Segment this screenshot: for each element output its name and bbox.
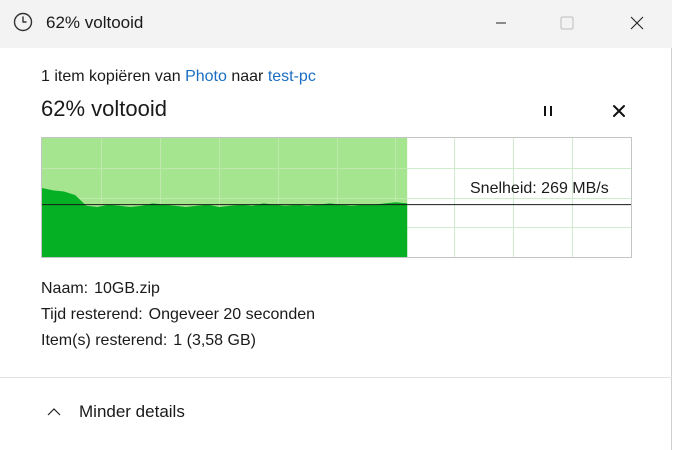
- source-link[interactable]: Photo: [185, 68, 227, 85]
- window-title: 62% voltooid: [46, 13, 144, 32]
- close-icon: [630, 16, 644, 30]
- detail-items-label: Item(s) resterend:: [41, 332, 168, 349]
- maximize-button: [544, 0, 590, 46]
- detail-items-value: 1 (3,58 GB): [173, 332, 256, 349]
- destination-link[interactable]: test-pc: [268, 68, 316, 85]
- detail-name-label: Naam:: [41, 280, 89, 297]
- pause-button[interactable]: [536, 100, 560, 122]
- progress-heading: 62% voltooid: [41, 96, 167, 121]
- minimize-button[interactable]: [478, 0, 524, 46]
- close-button[interactable]: [614, 0, 660, 46]
- copy-path-description: 1 item kopiëren van Photo naar test-pc: [41, 68, 316, 86]
- pause-icon: [544, 106, 552, 116]
- copy-middle: naar: [226, 68, 268, 85]
- less-details-button[interactable]: Minder details: [46, 400, 185, 424]
- detail-time-label: Tijd resterend:: [41, 306, 143, 323]
- detail-name-row: Naam: 10GB.zip: [41, 280, 160, 298]
- cancel-icon: [613, 105, 625, 117]
- copy-prefix: 1 item kopiëren van: [41, 68, 186, 85]
- less-details-label: Minder details: [79, 402, 185, 421]
- title-bar[interactable]: 62% voltooid: [0, 0, 672, 48]
- detail-name-value: 10GB.zip: [94, 280, 160, 297]
- cancel-button[interactable]: [607, 100, 631, 122]
- maximize-icon: [560, 16, 574, 30]
- speed-label: Snelheid: 269 MB/s: [470, 180, 609, 197]
- clock-icon: [13, 12, 33, 32]
- detail-items-row: Item(s) resterend: 1 (3,58 GB): [41, 332, 256, 350]
- detail-time-row: Tijd resterend: Ongeveer 20 seconden: [41, 306, 315, 324]
- detail-time-value: Ongeveer 20 seconden: [148, 306, 316, 323]
- minimize-icon: [496, 22, 506, 24]
- copy-dialog-window: 62% voltooid 1 item kopiëren van Photo n…: [0, 0, 672, 450]
- footer-divider: [0, 377, 672, 378]
- chevron-up-icon: [47, 408, 61, 416]
